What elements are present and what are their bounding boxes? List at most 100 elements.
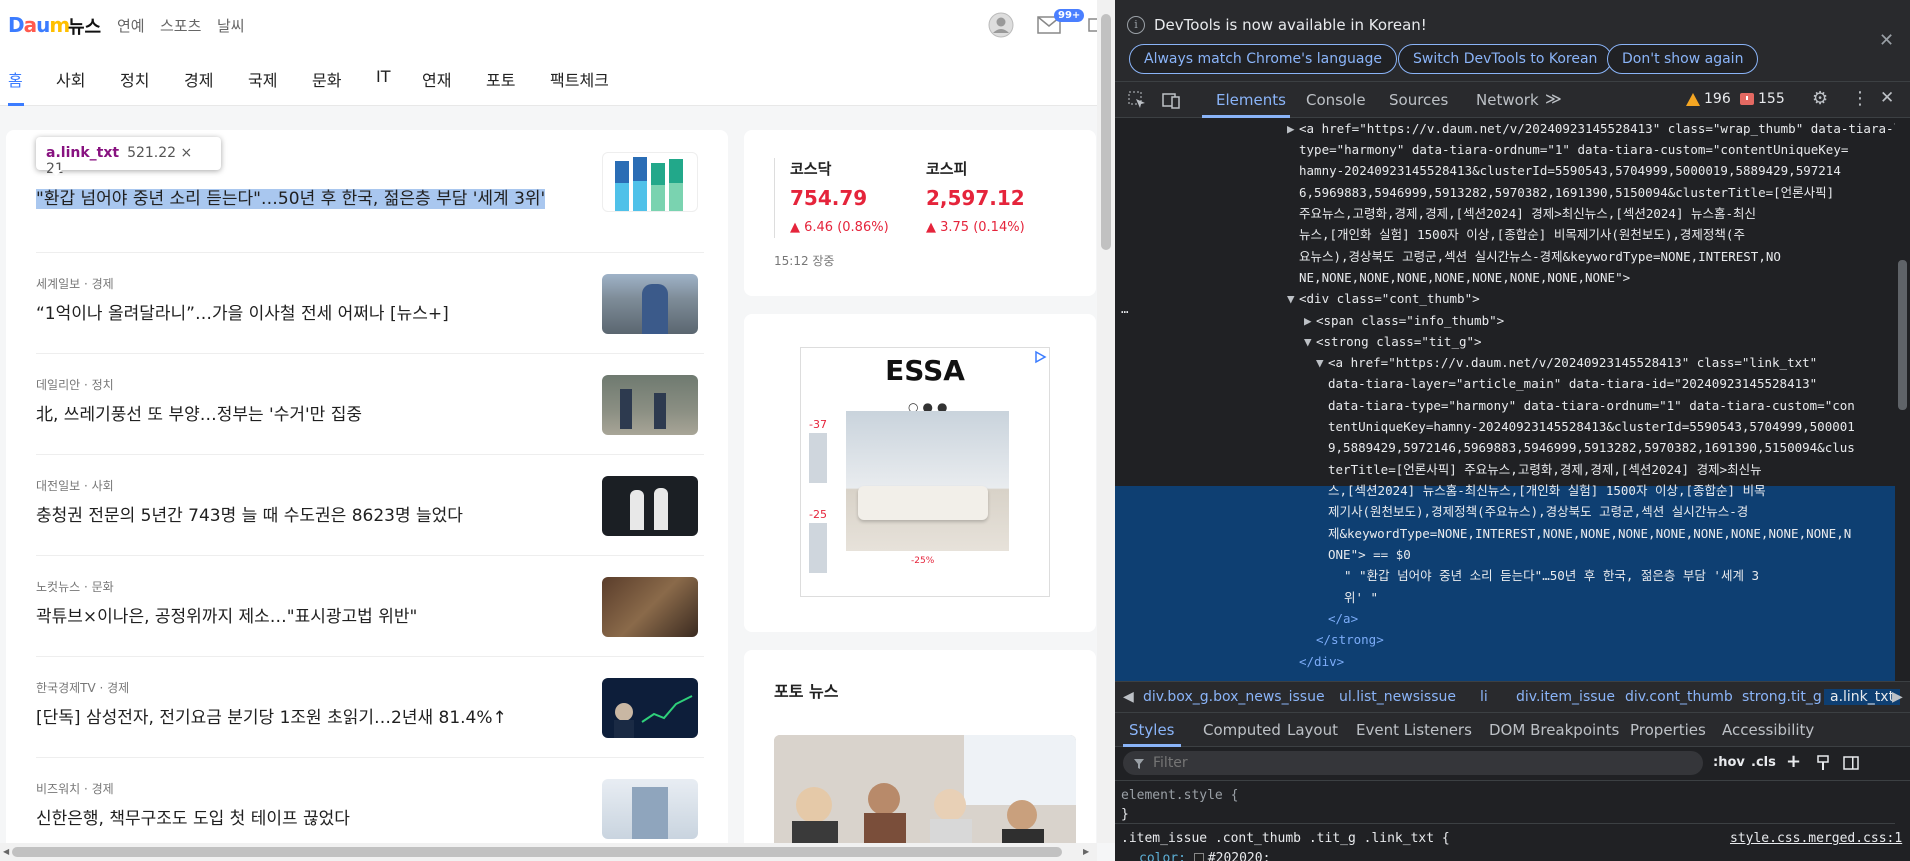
scroll-thumb[interactable] bbox=[1101, 14, 1111, 250]
news-thumbnail[interactable] bbox=[602, 678, 698, 738]
dom-text-node[interactable]: " "환갑 넘어야 중년 소리 듣는다"…50년 후 한국, 젊은층 부담 '세… bbox=[1344, 565, 1759, 586]
news-thumbnail[interactable] bbox=[602, 779, 698, 839]
close-devtools-icon[interactable]: ✕ bbox=[1880, 88, 1900, 108]
dom-line[interactable]: <span class="info_thumb"> bbox=[1316, 310, 1504, 331]
style-value[interactable]: #202020; bbox=[1208, 851, 1271, 861]
news-thumbnail[interactable] bbox=[602, 577, 698, 637]
tab-international[interactable]: 국제 bbox=[248, 67, 277, 91]
tab-series[interactable]: 연재 bbox=[422, 67, 451, 91]
photo-news-title[interactable]: 포토 뉴스 bbox=[774, 678, 838, 702]
tab-event-listeners[interactable]: Event Listeners bbox=[1356, 721, 1472, 739]
ad-banner[interactable]: ESSA ○●● -37 -25 -25% bbox=[800, 347, 1050, 597]
scroll-thumb[interactable] bbox=[1898, 260, 1907, 410]
dom-line-selected[interactable]: tentUniqueKey=hamny-20240923145528413&cl… bbox=[1328, 416, 1855, 437]
news-logo[interactable]: 뉴스 bbox=[68, 13, 101, 39]
style-rule-selector[interactable]: element.style { bbox=[1121, 788, 1238, 803]
news-thumbnail[interactable] bbox=[602, 152, 698, 212]
dom-line[interactable]: <strong class="tit_g"> bbox=[1316, 331, 1482, 352]
news-title[interactable]: [단독] 삼성전자, 전기요금 분기당 1조원 초읽기…2년새 81.4%↑ bbox=[36, 703, 507, 728]
dom-line-selected[interactable]: data-tiara-layer="article_main" data-tia… bbox=[1328, 373, 1817, 394]
breadcrumb-item-active[interactable]: a.link_txt bbox=[1824, 689, 1901, 705]
stock-name[interactable]: 코스닥 bbox=[790, 158, 831, 179]
dom-line-selected[interactable]: data-tiara-type="harmony" data-tiara-ord… bbox=[1328, 395, 1855, 416]
collapse-arrow-icon[interactable]: ▼ bbox=[1316, 352, 1324, 373]
gear-icon[interactable]: ⚙ bbox=[1812, 88, 1832, 109]
scroll-left-icon[interactable]: ◀ bbox=[3, 847, 9, 856]
breadcrumb-item[interactable]: ul.list_newsissue bbox=[1339, 689, 1456, 705]
more-tabs-icon[interactable]: ≫ bbox=[1545, 89, 1565, 109]
ad-choices-icon[interactable] bbox=[1033, 350, 1047, 364]
dom-line[interactable]: 6,5969883,5946999,5913282,5970382,169139… bbox=[1299, 182, 1834, 203]
dom-line[interactable]: NE,NONE,NONE,NONE,NONE,NONE,NONE,NONE,NO… bbox=[1299, 267, 1630, 288]
dom-line-selected[interactable]: 스,[섹션2024] 뉴스홈-최신뉴스,[개인화 실험] 1500자 이상,[종… bbox=[1328, 480, 1766, 501]
inspect-element-icon[interactable] bbox=[1127, 90, 1147, 110]
news-title[interactable]: 신한은행, 책무구조도 도입 첫 테이프 끊었다 bbox=[36, 804, 350, 829]
news-thumbnail[interactable] bbox=[602, 375, 698, 435]
dom-line-selected[interactable]: 9,5889429,5972146,5969883,5946999,591328… bbox=[1328, 437, 1855, 458]
tab-layout[interactable]: Layout bbox=[1287, 721, 1338, 739]
news-thumbnail[interactable] bbox=[602, 476, 698, 536]
dom-line[interactable]: <a href="https://v.daum.net/v/2024092314… bbox=[1299, 118, 1895, 139]
color-swatch-icon[interactable] bbox=[1193, 853, 1204, 861]
tab-elements[interactable]: Elements bbox=[1216, 91, 1286, 109]
dom-line-selected[interactable]: 제&keywordType=NONE,INTEREST,NONE,NONE,NO… bbox=[1328, 523, 1851, 544]
toggle-hover-state-button[interactable]: :hov bbox=[1713, 755, 1745, 770]
switch-to-korean-button[interactable]: Switch DevTools to Korean bbox=[1398, 44, 1613, 74]
news-title[interactable]: 北, 쓰레기풍선 또 부양…정부는 '수거'만 집중 bbox=[36, 400, 362, 425]
breadcrumb-item[interactable]: div.item_issue bbox=[1516, 689, 1615, 705]
stylesheet-link[interactable]: style.css.merged.css:1 bbox=[1730, 831, 1902, 846]
dom-line-selected[interactable]: 제기사(원천보도),경제정책(주요뉴스),경상북도 고령군,섹션 실시간뉴스-경 bbox=[1328, 501, 1748, 522]
dom-line[interactable]: hamny-20240923145528413&clusterId=559054… bbox=[1299, 160, 1841, 181]
news-title[interactable]: 충청권 전문의 5년간 743명 늘 때 수도권은 8623명 늘었다 bbox=[36, 501, 463, 526]
tab-society[interactable]: 사회 bbox=[56, 67, 85, 91]
tab-properties[interactable]: Properties bbox=[1630, 721, 1706, 739]
tab-politics[interactable]: 정치 bbox=[120, 67, 149, 91]
node-options-icon[interactable]: … bbox=[1121, 298, 1129, 319]
dom-line-selected[interactable]: ONE"> == $0 bbox=[1328, 544, 1411, 565]
news-thumbnail[interactable] bbox=[602, 274, 698, 334]
tab-accessibility[interactable]: Accessibility bbox=[1722, 721, 1814, 739]
dom-line[interactable]: 요뉴스),경상북도 고령군,섹션 실시간뉴스-경제&keywordType=NO… bbox=[1299, 246, 1781, 267]
news-title[interactable]: 곽튜브×이나은, 공정위까지 제소…"표시광고법 위반" bbox=[36, 602, 417, 627]
breadcrumb-item[interactable]: li bbox=[1480, 689, 1488, 705]
daum-logo[interactable]: Daum bbox=[8, 13, 70, 37]
new-style-rule-icon[interactable]: + bbox=[1786, 751, 1801, 772]
issue-count[interactable]: 155 bbox=[1758, 91, 1785, 107]
close-icon[interactable]: ✕ bbox=[1879, 30, 1894, 51]
device-toolbar-icon[interactable] bbox=[1161, 90, 1181, 110]
tab-console[interactable]: Console bbox=[1306, 91, 1366, 109]
dom-line[interactable]: </div> bbox=[1299, 651, 1344, 672]
toggle-class-button[interactable]: .cls bbox=[1751, 755, 1776, 770]
breadcrumb-item[interactable]: div.cont_thumb bbox=[1625, 689, 1733, 705]
always-match-language-button[interactable]: Always match Chrome's language bbox=[1129, 44, 1397, 74]
paint-brush-icon[interactable] bbox=[1815, 755, 1831, 771]
collapse-arrow-icon[interactable]: ▼ bbox=[1287, 288, 1295, 309]
style-property[interactable]: color: bbox=[1139, 851, 1194, 861]
expand-arrow-icon[interactable]: ▶ bbox=[1304, 310, 1312, 331]
tab-styles[interactable]: Styles bbox=[1129, 721, 1175, 739]
dom-line-selected[interactable]: terTitle=[언론사픽] 주요뉴스,고령화,경제,경제,[섹션2024] … bbox=[1328, 459, 1762, 480]
tab-network[interactable]: Network bbox=[1476, 91, 1539, 109]
dom-line[interactable]: <div class="cont_thumb"> bbox=[1299, 288, 1480, 309]
style-rule-selector[interactable]: .item_issue .cont_thumb .tit_g .link_txt… bbox=[1121, 831, 1450, 846]
issue-icon[interactable] bbox=[1739, 92, 1755, 108]
elements-scrollbar[interactable] bbox=[1895, 118, 1910, 681]
tab-photo[interactable]: 포토 bbox=[486, 67, 515, 91]
dom-line[interactable]: 뉴스,[개인화 실험] 1500자 이상,[종합순] 비목제기사(원천보도),경… bbox=[1299, 224, 1745, 245]
breadcrumb-back-icon[interactable]: ◀ bbox=[1123, 689, 1134, 705]
tab-it[interactable]: IT bbox=[376, 67, 391, 86]
news-title[interactable]: “1억이나 올려달라니”…가을 이사철 전세 어쩌나 [뉴스+] bbox=[36, 299, 449, 324]
tab-sources[interactable]: Sources bbox=[1389, 91, 1448, 109]
tab-computed[interactable]: Computed bbox=[1203, 721, 1281, 739]
breadcrumb-forward-icon[interactable]: ▶ bbox=[1892, 689, 1903, 705]
page-horizontal-scrollbar[interactable]: ◀ ▶ bbox=[0, 843, 1097, 861]
page-vertical-scrollbar[interactable] bbox=[1097, 0, 1115, 843]
scroll-thumb[interactable] bbox=[12, 847, 1062, 857]
styles-pane[interactable]: element.style { } .item_issue .cont_thum… bbox=[1115, 781, 1902, 861]
stock-name[interactable]: 코스피 bbox=[926, 158, 967, 179]
user-avatar-icon[interactable] bbox=[988, 12, 1014, 38]
dom-line[interactable]: type="harmony" data-tiara-ordnum="1" dat… bbox=[1299, 139, 1848, 160]
tab-economy[interactable]: 경제 bbox=[184, 67, 213, 91]
expand-arrow-icon[interactable]: ▶ bbox=[1287, 118, 1295, 139]
scroll-right-icon[interactable]: ▶ bbox=[1083, 847, 1089, 856]
